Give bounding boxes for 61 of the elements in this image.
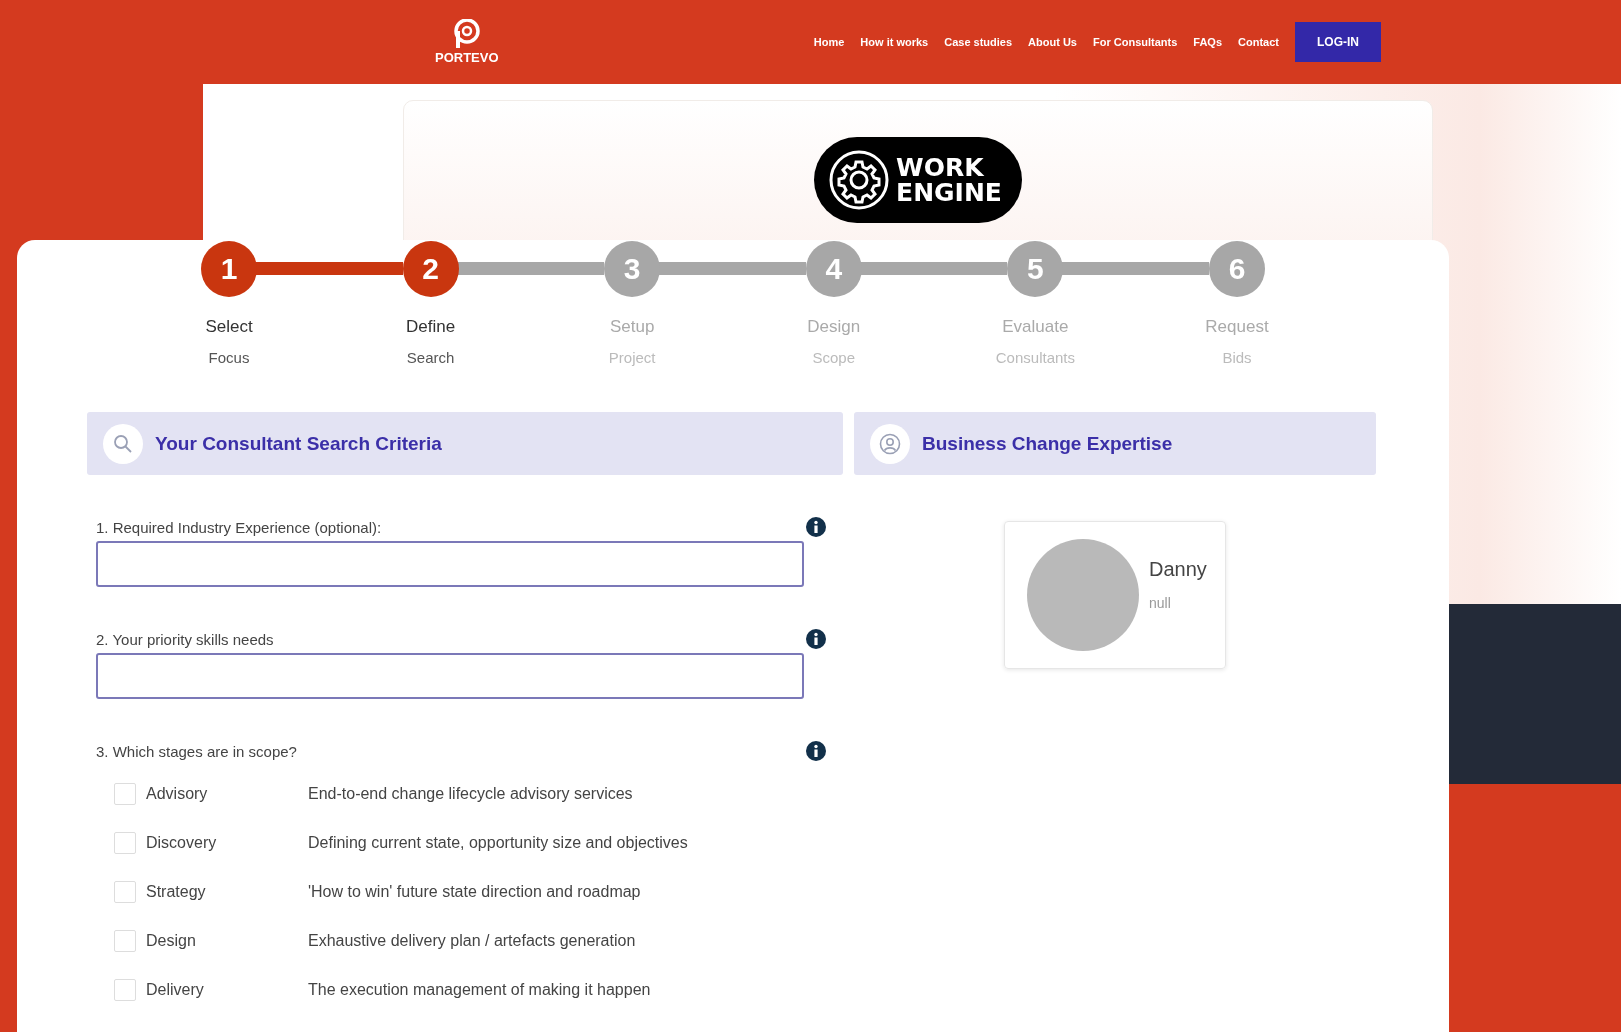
step-title: Setup [609,317,655,337]
nav-link[interactable]: About Us [1028,36,1077,48]
step-subtitle: Bids [1222,349,1252,366]
stage-name: Discovery [146,834,218,852]
step-number[interactable]: 6 [1208,241,1265,297]
question-label: 2. Your priority skills needs [96,630,274,648]
logo-text: PORTEVO [435,50,499,65]
search-icon [113,433,133,454]
input-field[interactable] [96,653,804,699]
step-number[interactable]: 1 [201,241,257,297]
login-button[interactable]: LOG-IN [1295,22,1381,62]
step-subtitle: Project [608,349,656,366]
stage-name: Delivery [146,981,205,999]
checkbox[interactable] [114,979,136,1001]
stage-description: 'How to win' future state direction and roadmap [308,883,641,901]
step-title: Define [406,317,456,337]
badge-text: WORK [896,155,985,180]
stage-name: Design [146,932,197,950]
profile-card[interactable]: Danny null [1004,521,1226,669]
step-subtitle: Focus [208,349,250,366]
nav-link[interactable]: For Consultants [1092,36,1178,48]
step-number[interactable]: 4 [805,241,862,297]
step-title: Select [205,317,253,337]
question-label: 1. Required Industry Experience (optional): [96,518,382,536]
checkbox[interactable] [114,930,136,952]
input-field[interactable] [96,541,804,587]
nav-link[interactable]: FAQs [1193,36,1223,48]
step-number[interactable]: 5 [1007,241,1064,297]
info-icon[interactable] [806,629,826,649]
badge-text: ENGINE [896,180,1002,205]
stage-name: Advisory [146,785,209,803]
profile-name: Danny [1149,557,1207,581]
stage-description: End-to-end change lifecycle advisory services [308,785,633,803]
step-subtitle: Consultants [995,349,1075,366]
checkbox[interactable] [114,832,136,854]
checkbox[interactable] [114,783,136,805]
checkbox[interactable] [114,881,136,903]
step-number[interactable]: 3 [604,241,661,297]
question-label: 3. Which stages are in scope? [96,742,297,760]
section-title: Your Consultant Search Criteria [155,432,442,455]
info-icon[interactable] [806,741,826,761]
step-number[interactable]: 2 [402,241,459,297]
step-title: Request [1205,317,1269,337]
stage-description: Defining current state, opportunity size and objectives [308,834,688,852]
step-title: Design [807,317,861,337]
nav-link[interactable]: Home [813,36,845,48]
stage-description: Exhaustive delivery plan / artefacts generation [308,932,636,950]
profile-detail: null [1149,594,1172,611]
step-title: Evaluate [1002,317,1069,337]
info-icon[interactable] [806,517,826,537]
logo-icon [452,19,481,49]
section-title: Business Change Expertise [922,432,1173,455]
gear-icon [828,149,891,211]
nav-link[interactable]: How it works [860,36,929,48]
step-subtitle: Scope [812,349,856,366]
user-icon [879,432,901,455]
stage-description: The execution management of making it happen [308,981,651,999]
nav-link[interactable]: Contact [1238,36,1279,48]
step-subtitle: Search [406,349,455,366]
nav-link[interactable]: Case studies [944,36,1013,48]
stage-name: Strategy [146,883,207,901]
